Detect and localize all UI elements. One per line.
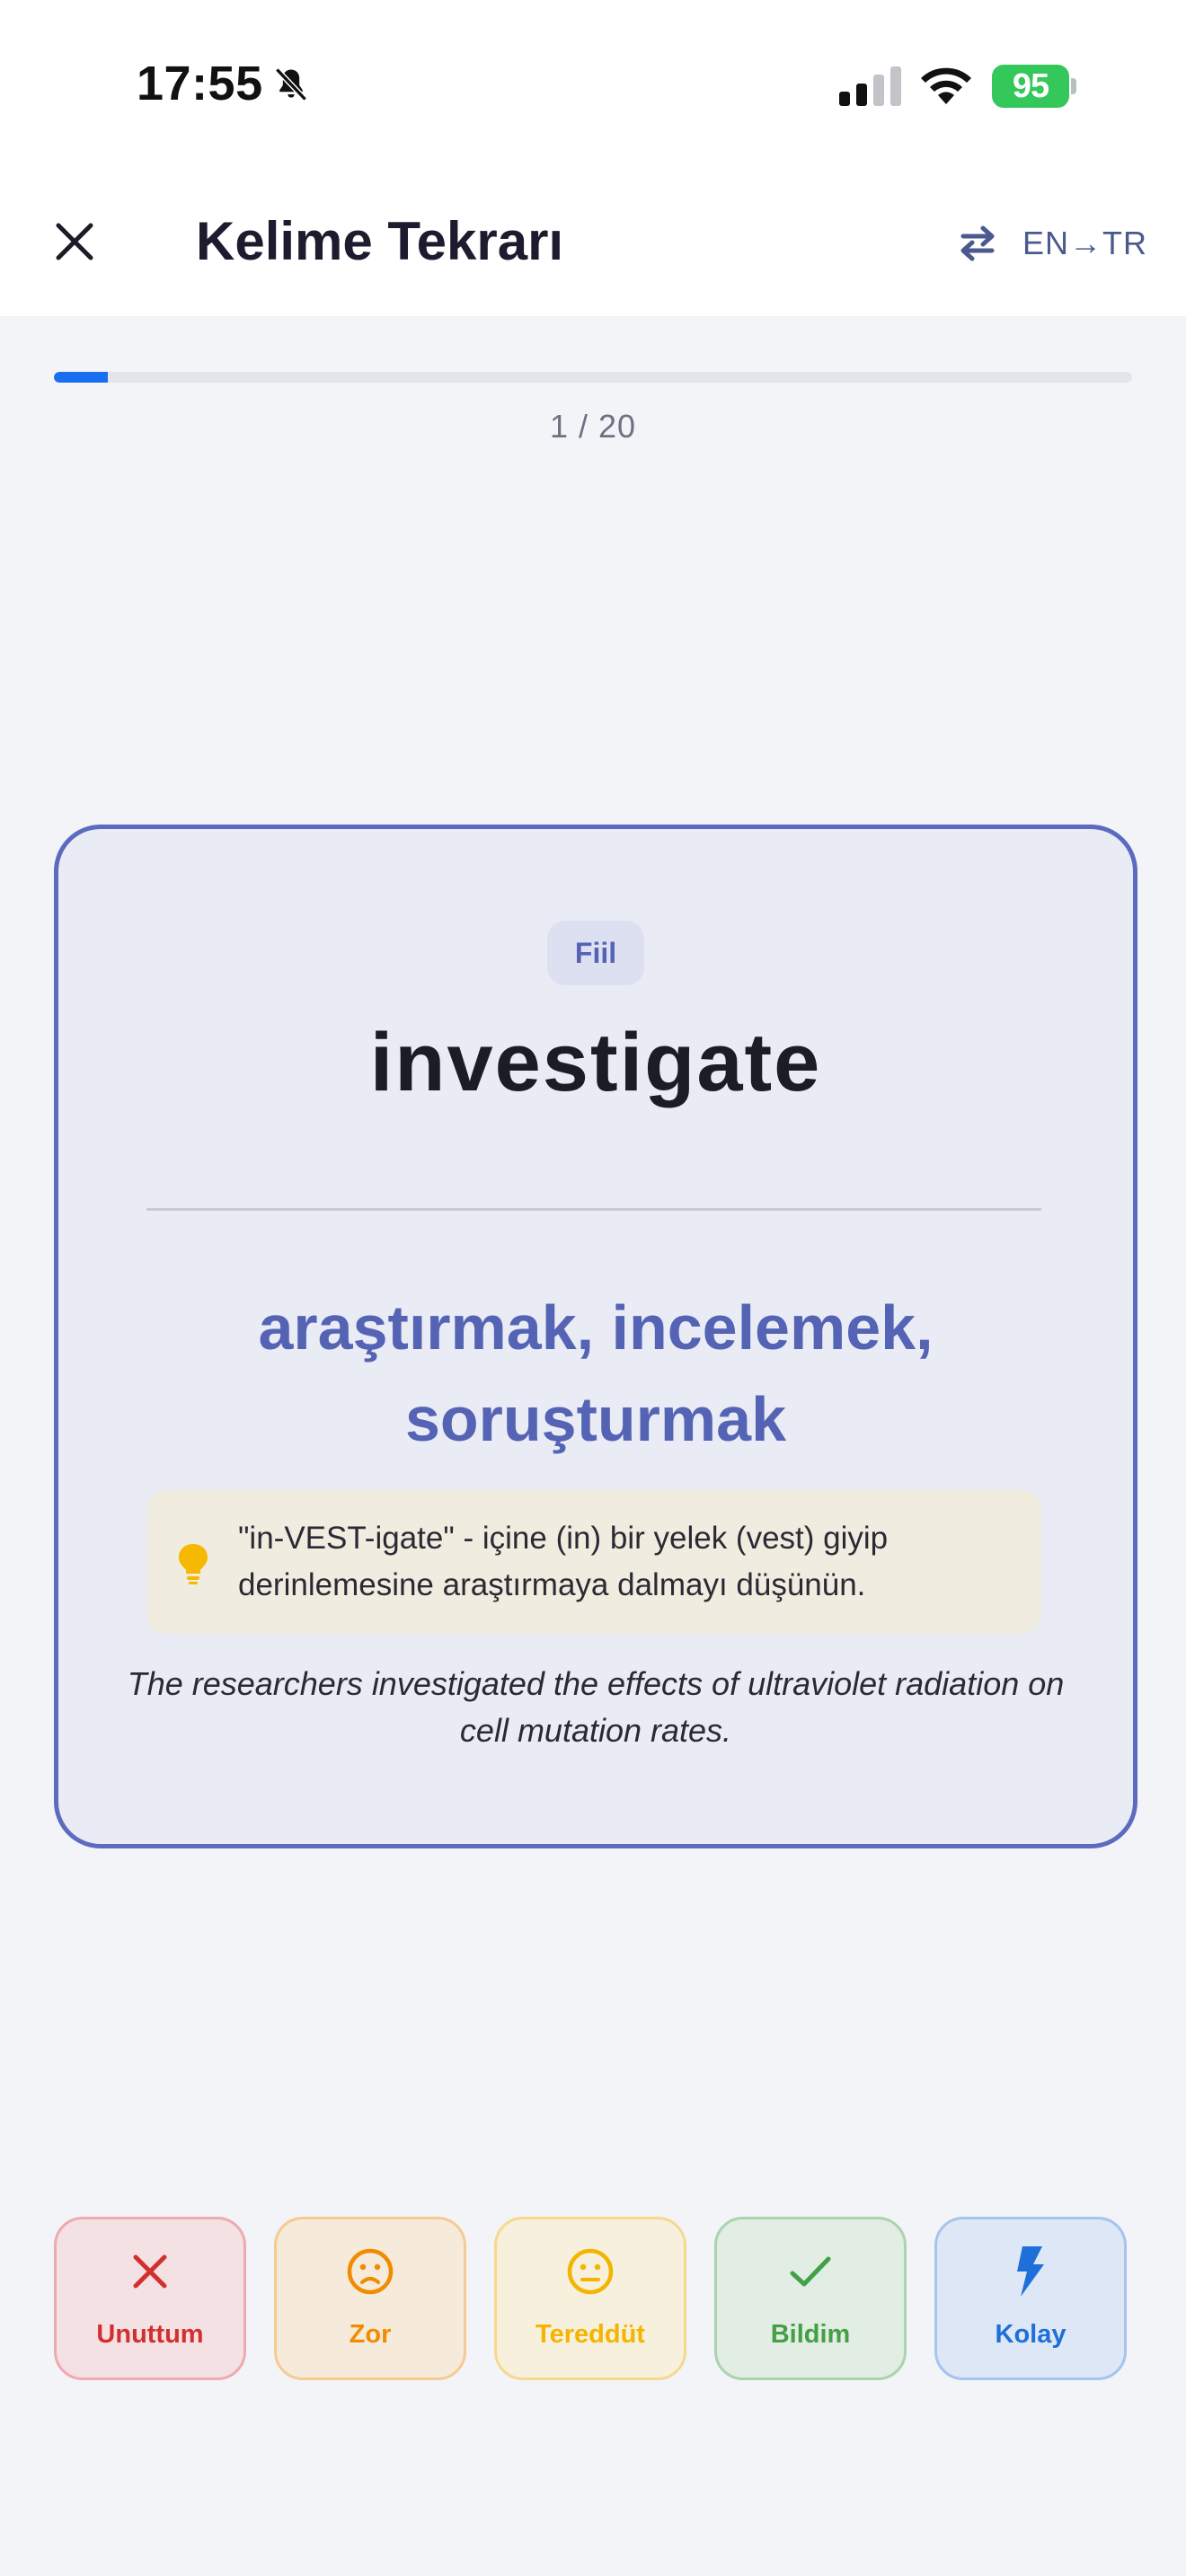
part-of-speech-badge: Fiil: [547, 921, 644, 985]
status-time: 17:55: [137, 57, 263, 110]
signal-icon: [839, 66, 901, 106]
flashcard[interactable]: Fiil investigate araştırmak, incelemek, …: [54, 825, 1137, 1848]
unsure-button[interactable]: Tereddüt: [494, 2217, 686, 2380]
card-meaning: araştırmak, incelemek, soruşturmak: [258, 1292, 934, 1454]
forgot-label: Unuttum: [96, 2320, 204, 2349]
easy-label: Kolay: [995, 2320, 1067, 2349]
top-bar: 17:55 95 Kelime Tekrarı EN→TR: [0, 0, 1186, 316]
example-sentence: The researchers investigated the effects…: [127, 1665, 1065, 1749]
bell-off-icon: [275, 67, 307, 101]
close-button[interactable]: [47, 214, 102, 269]
hard-label: Zor: [349, 2320, 392, 2349]
knew-label: Bildim: [770, 2320, 851, 2349]
neutral-face-icon: [567, 2248, 614, 2295]
lightbulb-icon: [179, 1544, 208, 1584]
progress-fill: [54, 372, 108, 383]
close-icon: [56, 223, 93, 260]
check-icon: [790, 2256, 831, 2287]
x-icon: [133, 2254, 167, 2289]
mnemonic-hint: "in-VEST-igate" - içine (in) bir yelek (…: [146, 1490, 1041, 1634]
knew-button[interactable]: Bildim: [714, 2217, 907, 2380]
direction-toggle-button[interactable]: EN→TR: [956, 219, 1147, 268]
progress-counter: 1 / 20: [549, 408, 637, 445]
page-title: Kelime Tekrarı: [196, 211, 564, 271]
hard-button[interactable]: Zor: [274, 2217, 466, 2380]
card-word: investigate: [369, 1017, 822, 1108]
battery-nub: [1071, 78, 1076, 94]
hint-text: "in-VEST-igate" - içine (in) bir yelek (…: [238, 1521, 889, 1602]
direction-label: EN→TR: [1022, 225, 1147, 261]
progress-bar: [54, 372, 1132, 383]
battery-indicator: 95: [992, 65, 1069, 108]
wifi-icon: [921, 67, 971, 104]
unsure-label: Tereddüt: [535, 2320, 645, 2349]
frown-face-icon: [347, 2248, 394, 2295]
forgot-button[interactable]: Unuttum: [54, 2217, 246, 2380]
swap-arrows-icon: [960, 225, 995, 261]
lightning-icon: [1017, 2246, 1044, 2297]
easy-button[interactable]: Kolay: [934, 2217, 1127, 2380]
card-divider: [146, 1208, 1041, 1211]
